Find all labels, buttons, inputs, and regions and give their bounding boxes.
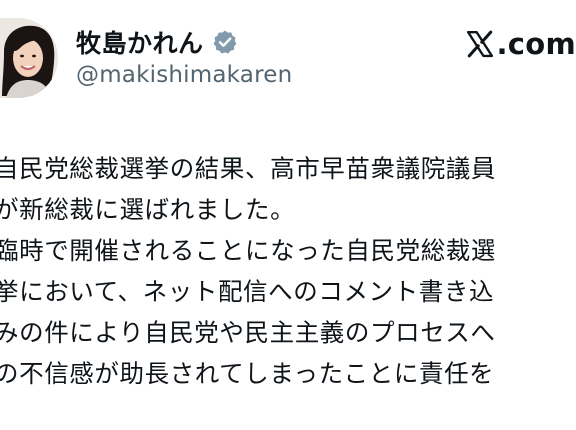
post-text-line: みの件により自民党や民主主義のプロセスへ: [0, 318, 496, 347]
author-display-name[interactable]: 牧島かれん: [76, 24, 204, 60]
author-name-row: 牧島かれん: [76, 24, 238, 60]
post-text: 自民党総裁選挙の結果、高市早苗衆議院議員 が新総裁に選ばれました。 臨時で開催さ…: [0, 148, 576, 430]
brand-logo: .com: [465, 26, 576, 62]
post-text-line: 臨時で開催されることになった自民党総裁選: [0, 236, 496, 265]
brand-domain-text: .com: [496, 27, 576, 61]
verified-badge-icon: [212, 29, 238, 55]
x-logo-icon: [465, 29, 495, 59]
post-header: 牧島かれん @makishimakaren .com: [0, 0, 576, 112]
avatar-photo-icon: [0, 18, 58, 98]
post-text-line: 自民党総裁選挙の結果、高市早苗衆議院議員: [0, 154, 496, 183]
avatar[interactable]: [0, 18, 58, 98]
post-text-line: 挙において、ネット配信へのコメント書き込: [0, 277, 495, 306]
post-text-line: が新総裁に選ばれました。: [0, 195, 296, 224]
author-handle[interactable]: @makishimakaren: [76, 62, 292, 88]
post-text-line: の不信感が助長されてしまったことに責任を: [0, 359, 495, 388]
